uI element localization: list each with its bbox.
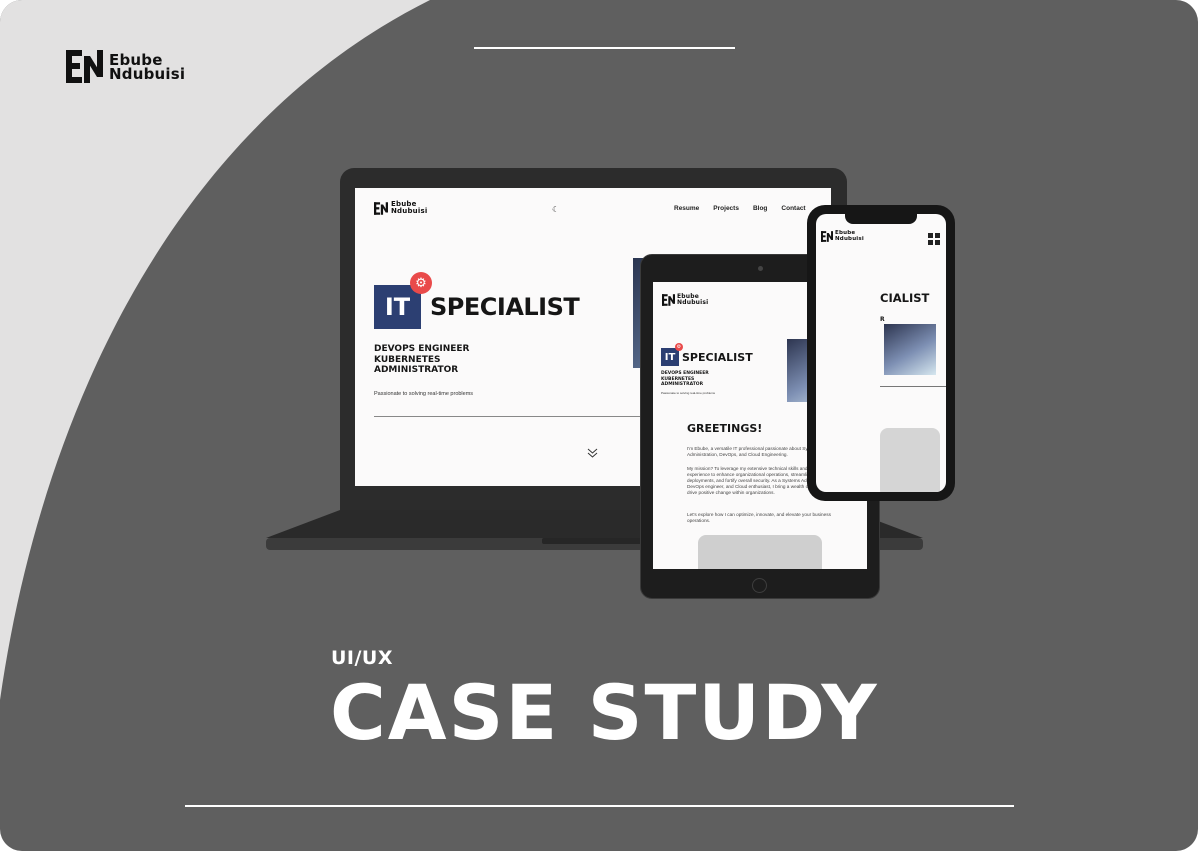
en-monogram-icon (821, 231, 833, 242)
brand-name: Ebube Ndubuisi (835, 230, 864, 242)
tagline: Passionate to solving real-time problems (661, 391, 716, 395)
it-label: IT (664, 351, 676, 363)
case-study-cover: Ebube Ndubuisi Ebube Ndubuisi ☾ Resume P… (0, 0, 1198, 851)
specialist-heading: SPECIALIST (682, 350, 753, 364)
en-monogram-icon (662, 294, 675, 306)
brand-name: Ebube Ndubuisi (677, 294, 708, 306)
top-divider (474, 47, 735, 49)
specialist-heading: SPECIALIST (430, 293, 580, 321)
role-item: ADMINISTRATOR (661, 382, 704, 387)
bottom-divider (185, 805, 1014, 807)
placeholder-card (698, 535, 822, 569)
category-label: UI/UX (331, 647, 394, 669)
brand-name: Ebube Ndubuisi (391, 201, 427, 215)
hero-divider (374, 416, 644, 417)
it-badge: IT ⚙ (374, 272, 432, 329)
brand-last-name: Ndubuisi (677, 299, 709, 306)
grid-menu-icon[interactable] (928, 233, 940, 245)
chevron-down-icon[interactable] (587, 448, 598, 461)
greetings-heading: GREETINGS! (687, 422, 763, 435)
gear-icon: ⚙ (410, 272, 432, 294)
hero-title: IT ⚙ SPECIALIST (661, 343, 753, 366)
role-item: DEVOPS ENGINEER (374, 344, 470, 354)
camera-dot (758, 266, 763, 271)
moon-icon[interactable]: ☾ (552, 205, 559, 214)
brand-logo: Ebube Ndubuisi (66, 50, 185, 83)
nav-resume[interactable]: Resume (674, 205, 699, 212)
brand-last-name: Ndubuisi (109, 64, 186, 83)
hero-divider (880, 386, 946, 387)
gear-icon: ⚙ (675, 343, 683, 351)
specialist-heading: CIALIST (880, 291, 930, 305)
laptop-nav: Resume Projects Blog Contact (674, 205, 806, 212)
role-list: DEVOPS ENGINEER KUBERNETES ADMINISTRATOR (661, 371, 709, 388)
en-monogram-icon (66, 50, 103, 83)
role-list: DEVOPS ENGINEER KUBERNETES ADMINISTRATOR (374, 344, 469, 376)
role-fragment: R (880, 316, 885, 323)
it-badge: IT ⚙ (661, 343, 683, 366)
role-item: ADMINISTRATOR (374, 365, 459, 375)
phone-screen: Ebube Ndubuisi CIALIST R (816, 214, 946, 492)
role-item: KUBERNETES (374, 354, 441, 365)
cta-paragraph: Let's explore how I can optimize, innova… (687, 512, 831, 523)
laptop-brand-logo[interactable]: Ebube Ndubuisi (374, 201, 427, 215)
tablet-brand-logo[interactable]: Ebube Ndubuisi (662, 294, 708, 306)
brand-last-name: Ndubuisi (835, 235, 864, 242)
placeholder-card (880, 428, 940, 492)
case-study-title: CASE STUDY (330, 668, 879, 757)
role-item: DEVOPS ENGINEER (661, 371, 709, 376)
tagline: Passionate to solving real-time problems (374, 391, 474, 397)
it-label: IT (384, 293, 411, 321)
brand-name: Ebube Ndubuisi (109, 52, 186, 83)
nav-blog[interactable]: Blog (753, 205, 767, 212)
hero-title: IT ⚙ SPECIALIST (374, 272, 580, 329)
en-monogram-icon (374, 201, 388, 215)
hero-image (884, 324, 936, 375)
brand-last-name: Ndubuisi (391, 207, 428, 215)
phone-brand-logo[interactable]: Ebube Ndubuisi (821, 230, 864, 242)
phone-mockup: Ebube Ndubuisi CIALIST R (807, 205, 955, 501)
nav-projects[interactable]: Projects (713, 205, 739, 212)
home-button (752, 578, 767, 593)
phone-notch (845, 213, 917, 224)
nav-contact[interactable]: Contact (781, 205, 805, 212)
